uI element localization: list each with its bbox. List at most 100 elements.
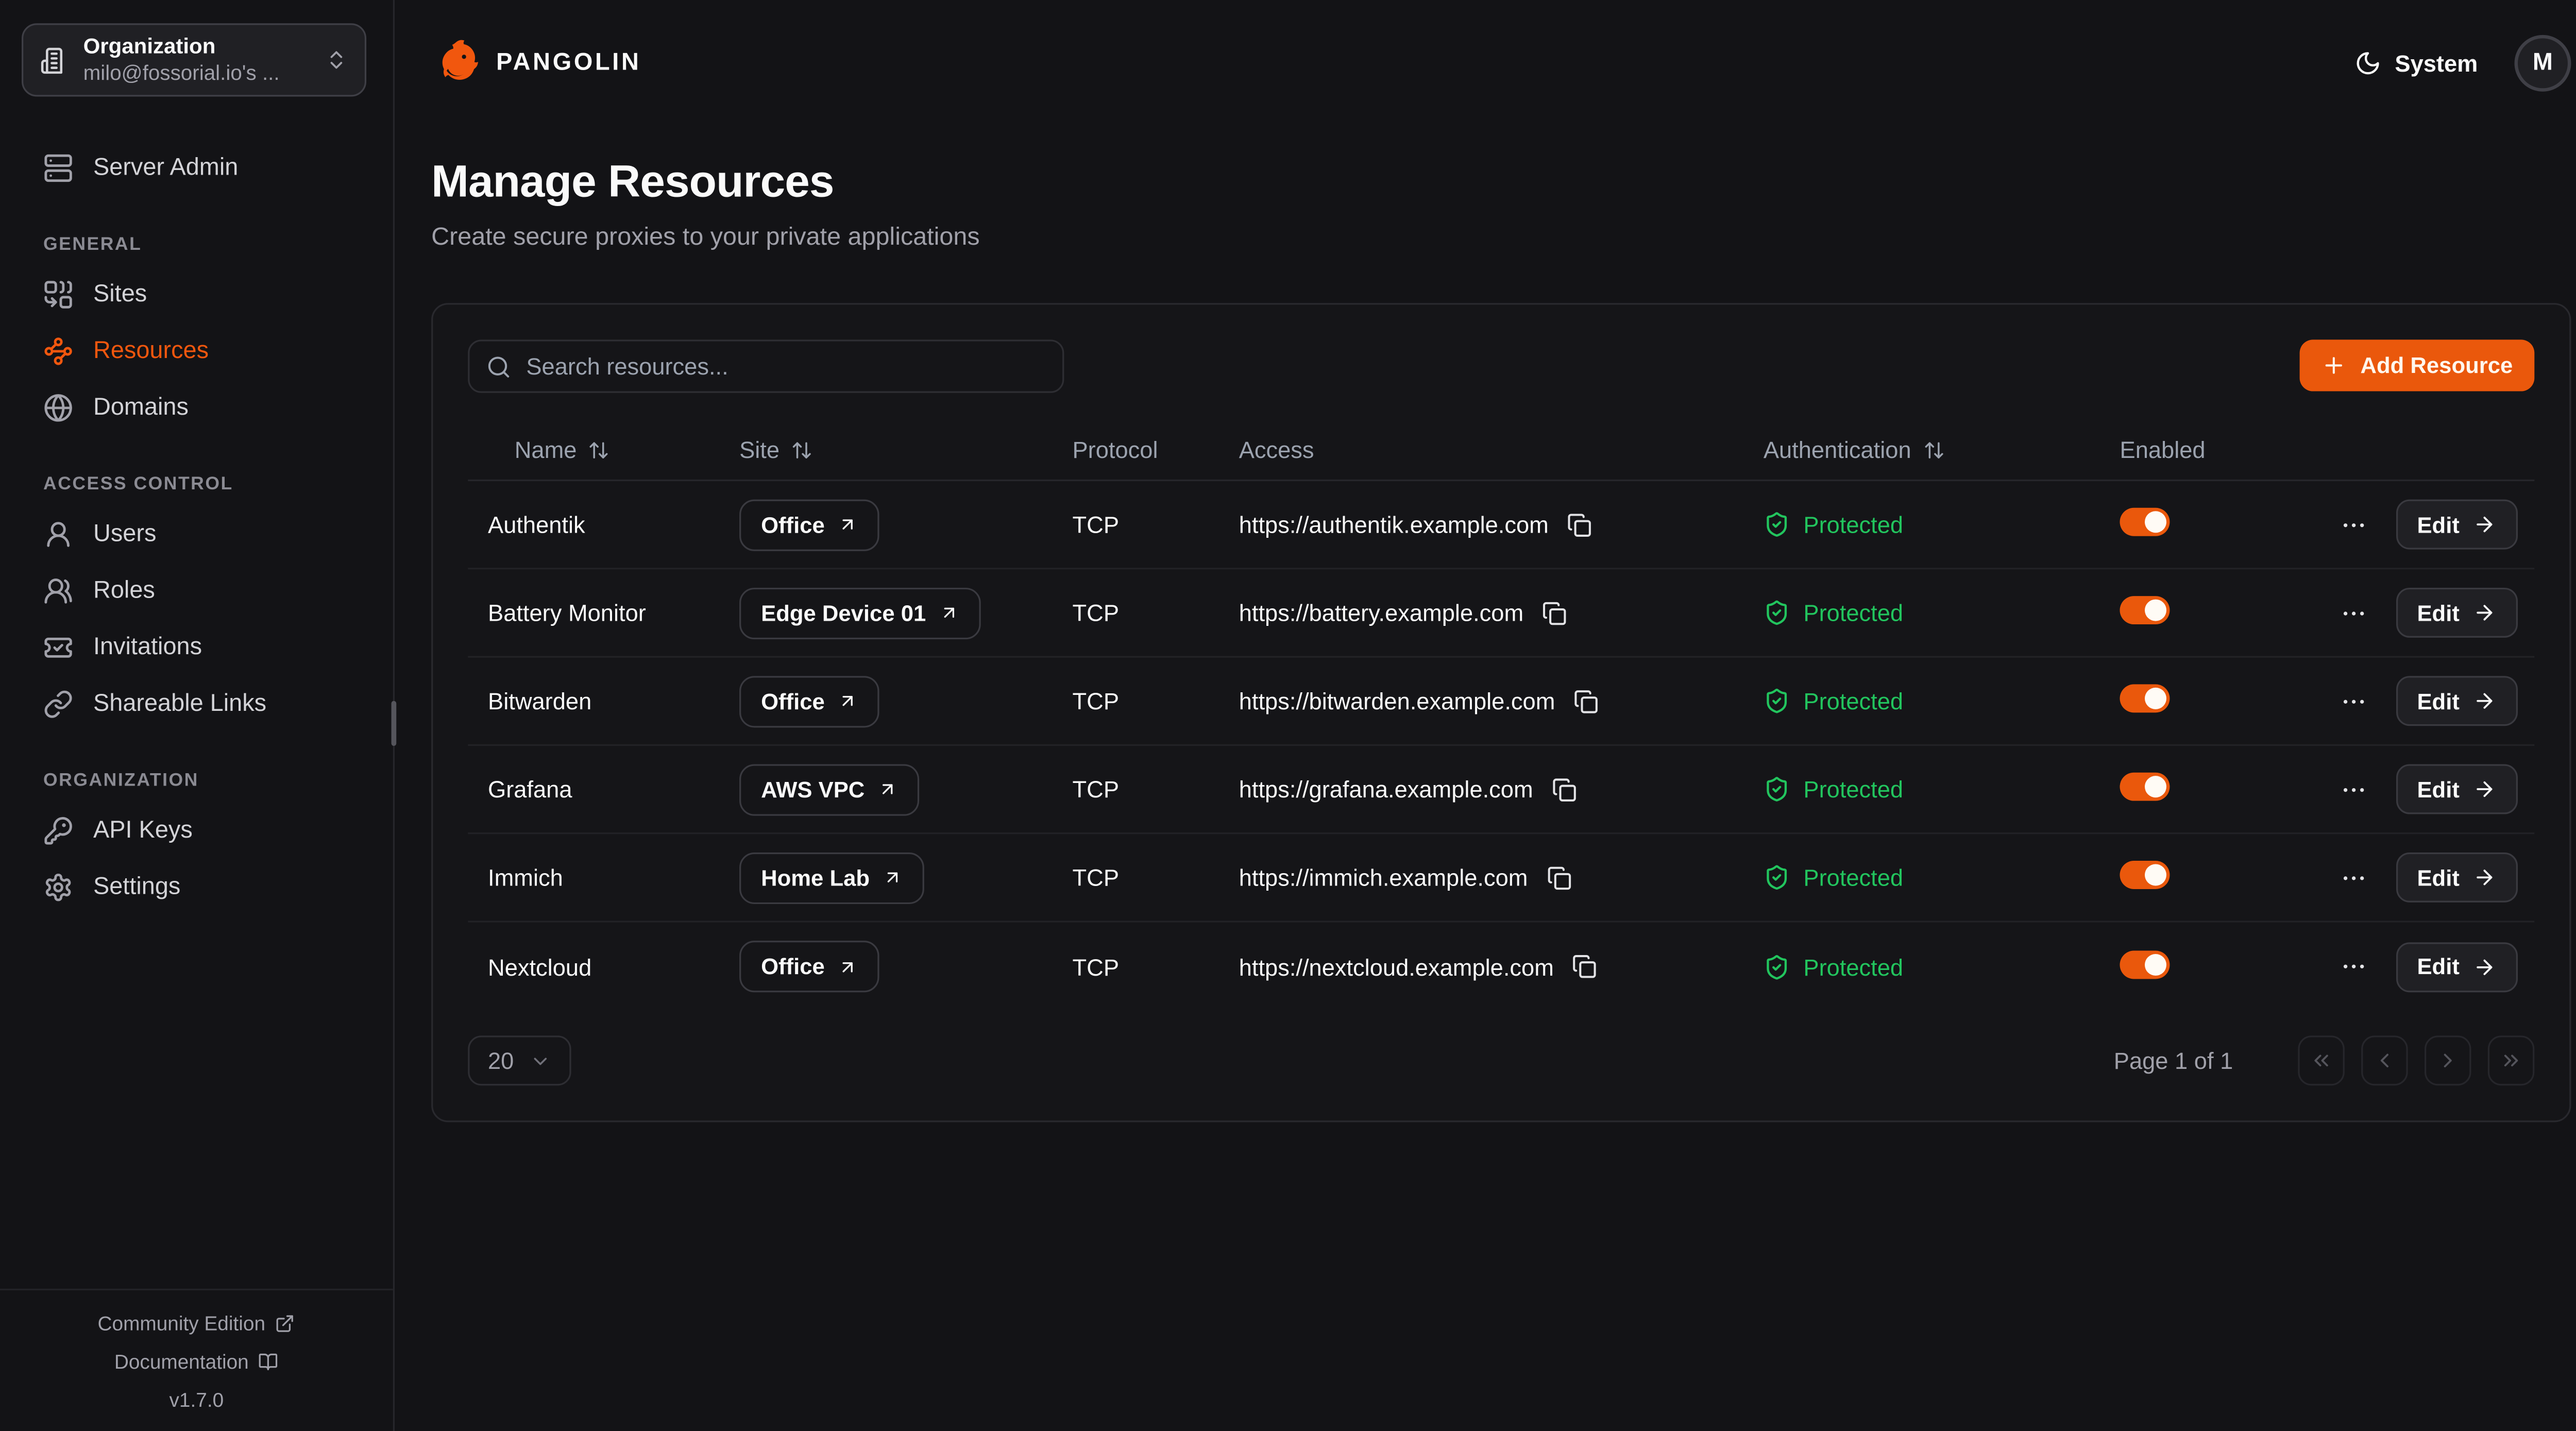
moon-icon <box>2355 50 2382 77</box>
previous-page-button[interactable] <box>2361 1035 2408 1085</box>
site-link-button[interactable]: AWS VPC <box>739 763 920 815</box>
sidebar-nav: Server Admin GENERAL Sites Resources Dom… <box>0 110 393 1288</box>
next-page-button[interactable] <box>2425 1035 2471 1085</box>
sidebar-item-label: Shareable Links <box>93 691 266 718</box>
edit-button[interactable]: Edit <box>2395 588 2518 638</box>
sort-icon[interactable] <box>791 439 813 461</box>
last-page-button[interactable] <box>2488 1035 2535 1085</box>
site-link-button[interactable]: Office <box>739 941 879 992</box>
sidebar-item-users[interactable]: Users <box>43 509 380 559</box>
resource-protocol: TCP <box>1072 776 1239 803</box>
sidebar-item-label: Server Admin <box>93 155 238 182</box>
edit-button[interactable]: Edit <box>2395 942 2518 992</box>
copy-url-button[interactable] <box>1546 865 1571 890</box>
copy-url-button[interactable] <box>1573 688 1598 713</box>
page-header: Manage Resources Create secure proxies t… <box>431 157 2571 251</box>
sidebar-scrollbar-thumb[interactable] <box>392 701 397 746</box>
copy-url-button[interactable] <box>1567 512 1591 537</box>
sidebar-item-roles[interactable]: Roles <box>43 566 380 616</box>
table-row: Battery Monitor Edge Device 01 TCP https… <box>468 569 2534 657</box>
community-edition-link[interactable]: Community Edition <box>98 1311 296 1334</box>
sort-icon[interactable] <box>1923 439 1944 461</box>
copy-icon <box>1572 954 1597 979</box>
shield-check-icon <box>1764 864 1790 891</box>
copy-url-button[interactable] <box>1542 600 1567 625</box>
copy-url-button[interactable] <box>1551 777 1576 802</box>
column-header-name: Name <box>468 436 739 463</box>
arrow-up-right-icon <box>838 957 858 977</box>
row-menu-button[interactable] <box>2339 510 2367 539</box>
sidebar-heading-organization: ORGANIZATION <box>43 771 380 791</box>
site-link-button[interactable]: Edge Device 01 <box>739 587 981 638</box>
site-link-button[interactable]: Office <box>739 675 879 727</box>
theme-toggle-button[interactable]: System <box>2355 50 2478 77</box>
row-menu-button[interactable] <box>2339 952 2367 981</box>
edit-button[interactable]: Edit <box>2395 676 2518 726</box>
sidebar-item-api-keys[interactable]: API Keys <box>43 806 380 856</box>
enabled-toggle[interactable] <box>2120 508 2170 536</box>
sort-icon[interactable] <box>588 439 610 461</box>
add-resource-button[interactable]: Add Resource <box>2300 339 2534 391</box>
ticket-check-icon <box>43 633 73 662</box>
site-link-button[interactable]: Home Lab <box>739 851 925 903</box>
copy-url-button[interactable] <box>1572 954 1597 979</box>
shield-check-icon <box>1764 688 1790 714</box>
user-avatar[interactable]: M <box>2515 35 2571 92</box>
row-menu-button[interactable] <box>2339 863 2367 892</box>
enabled-toggle[interactable] <box>2120 950 2170 978</box>
page-status: Page 1 of 1 <box>2114 1047 2233 1074</box>
app-version: v1.7.0 <box>170 1388 224 1411</box>
resource-protocol: TCP <box>1072 688 1239 714</box>
arrow-up-right-icon <box>883 867 903 888</box>
resource-access-url: https://immich.example.com <box>1239 864 1528 891</box>
edit-button[interactable]: Edit <box>2395 853 2518 902</box>
auth-status: Protected <box>1803 511 1903 538</box>
row-menu-button[interactable] <box>2339 599 2367 627</box>
sidebar-item-domains[interactable]: Domains <box>43 383 380 433</box>
arrow-up-right-icon <box>838 515 858 535</box>
sidebar-item-server-admin[interactable]: Server Admin <box>43 143 380 193</box>
page-title: Manage Resources <box>431 157 2571 208</box>
documentation-link[interactable]: Documentation <box>114 1350 279 1373</box>
sidebar-item-shareable-links[interactable]: Shareable Links <box>43 679 380 729</box>
auth-status: Protected <box>1803 953 1903 980</box>
arrow-up-right-icon <box>838 691 858 711</box>
site-link-button[interactable]: Office <box>739 499 879 550</box>
sidebar-item-label: Users <box>93 521 156 548</box>
column-header-authentication: Authentication <box>1764 436 2080 463</box>
row-menu-button[interactable] <box>2339 687 2367 715</box>
enabled-toggle[interactable] <box>2120 861 2170 889</box>
search-input[interactable] <box>468 339 1064 393</box>
ellipsis-icon <box>2339 510 2367 539</box>
enabled-toggle[interactable] <box>2120 596 2170 624</box>
building-icon <box>40 46 69 74</box>
page-size-select[interactable]: 20 <box>468 1035 570 1085</box>
ellipsis-icon <box>2339 952 2367 981</box>
edit-button[interactable]: Edit <box>2395 500 2518 550</box>
sidebar-item-resources[interactable]: Resources <box>43 326 380 376</box>
first-page-button[interactable] <box>2298 1035 2344 1085</box>
ellipsis-icon <box>2339 599 2367 627</box>
ellipsis-icon <box>2339 687 2367 715</box>
copy-icon <box>1546 865 1571 890</box>
sidebar-item-invitations[interactable]: Invitations <box>43 623 380 673</box>
pangolin-logo-icon <box>431 38 481 88</box>
org-switcher-label: Organization <box>83 33 310 59</box>
link-icon <box>43 689 73 719</box>
resources-icon <box>43 336 73 366</box>
org-switcher[interactable]: Organization milo@fossorial.io's ... <box>22 23 366 96</box>
auth-status: Protected <box>1803 776 1903 803</box>
sidebar-item-sites[interactable]: Sites <box>43 270 380 320</box>
resource-name: Authentik <box>468 511 739 538</box>
row-menu-button[interactable] <box>2339 775 2367 804</box>
enabled-toggle[interactable] <box>2120 773 2170 801</box>
sidebar-item-settings[interactable]: Settings <box>43 862 380 912</box>
arrow-up-right-icon <box>939 603 959 623</box>
org-switcher-texts: Organization milo@fossorial.io's ... <box>83 33 310 86</box>
resource-access-url: https://bitwarden.example.com <box>1239 688 1555 714</box>
enabled-toggle[interactable] <box>2120 684 2170 712</box>
edit-button[interactable]: Edit <box>2395 764 2518 814</box>
resource-access-url: https://authentik.example.com <box>1239 511 1549 538</box>
user-icon <box>43 519 73 549</box>
arrow-right-icon <box>2473 689 2496 712</box>
